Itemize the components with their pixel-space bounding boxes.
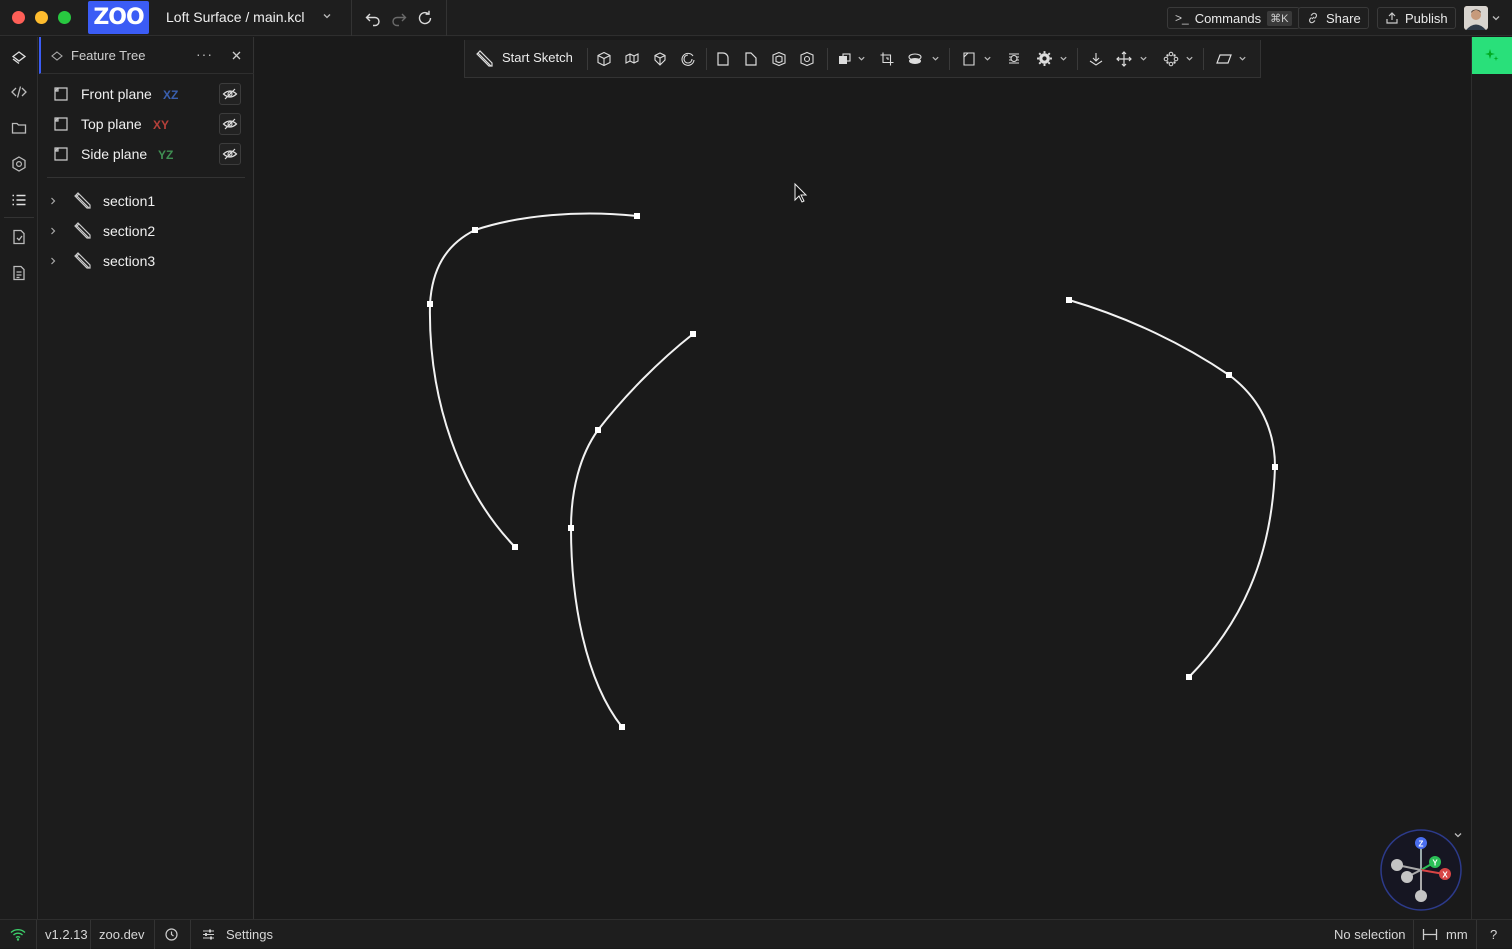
chevron-down-icon[interactable] — [857, 54, 866, 63]
ai-assistant-button[interactable] — [1472, 37, 1512, 74]
app-window: ZOO Loft Surface / main.kcl >_ Commands … — [0, 0, 1512, 949]
helix-icon[interactable] — [907, 51, 923, 67]
settings-button[interactable]: Settings — [226, 927, 273, 942]
sketch-curves — [427, 182, 1278, 730]
curve-point-handle[interactable] — [619, 724, 625, 730]
divider — [1077, 48, 1078, 70]
chamfer-icon[interactable] — [743, 51, 759, 67]
curve-point-handle[interactable] — [690, 331, 696, 337]
fillet-icon[interactable] — [715, 51, 731, 67]
status-bar: v1.2.13 zoo.dev Settings No selection mm… — [0, 919, 1512, 949]
curve-point-handle[interactable] — [1226, 372, 1232, 378]
boolean-icon[interactable] — [837, 51, 853, 67]
curve-point-handle[interactable] — [568, 525, 574, 531]
revolve-icon[interactable] — [680, 51, 696, 67]
gizmo-z-label: Z — [1419, 840, 1424, 849]
section2-curve[interactable] — [569, 333, 694, 728]
gizmo-x-label: X — [1442, 871, 1448, 880]
wifi-icon[interactable] — [10, 928, 26, 941]
curve-point-handle[interactable] — [427, 301, 433, 307]
section1-curve[interactable] — [428, 212, 638, 548]
sketch-pencil-icon[interactable] — [475, 49, 495, 69]
version-label[interactable]: v1.2.13 — [45, 927, 88, 942]
curve-point-handle[interactable] — [1066, 297, 1072, 303]
surface-icon[interactable] — [1216, 51, 1232, 67]
extrude-icon[interactable] — [596, 51, 612, 67]
insert-icon[interactable] — [1088, 51, 1104, 67]
zoo-dev-link[interactable]: zoo.dev — [99, 927, 145, 942]
plane-icon[interactable] — [961, 51, 977, 67]
selection-status: No selection — [1334, 927, 1406, 942]
divider — [827, 48, 828, 70]
sweep-icon[interactable] — [624, 51, 640, 67]
chevron-down-icon[interactable] — [1238, 54, 1247, 63]
chevron-down-icon[interactable] — [1185, 54, 1194, 63]
curve-point-handle[interactable] — [1272, 464, 1278, 470]
chevron-down-icon[interactable] — [983, 54, 992, 63]
sliders-icon[interactable] — [201, 927, 216, 942]
divider — [587, 48, 588, 70]
curve-point-handle[interactable] — [1186, 674, 1192, 680]
loft-icon[interactable] — [652, 51, 668, 67]
divider — [706, 48, 707, 70]
gizmo-y-label: Y — [1432, 859, 1438, 868]
divider — [90, 920, 91, 949]
start-sketch-button[interactable]: Start Sketch — [502, 50, 573, 65]
move-icon[interactable] — [1116, 51, 1132, 67]
sparkle-icon — [1485, 49, 1499, 61]
gear-icon[interactable] — [1036, 50, 1053, 67]
shell-icon[interactable] — [771, 51, 787, 67]
pattern-icon[interactable] — [1163, 51, 1179, 67]
divider — [36, 920, 37, 949]
chevron-down-icon[interactable] — [931, 54, 940, 63]
offset-plane-icon[interactable] — [879, 51, 895, 67]
history-icon[interactable] — [164, 927, 179, 942]
right-sidebar — [1471, 37, 1512, 919]
chevron-down-icon[interactable] — [1059, 54, 1068, 63]
chevron-down-icon[interactable] — [1139, 54, 1148, 63]
curve-point-handle[interactable] — [512, 544, 518, 550]
divider — [190, 920, 191, 949]
hole-icon[interactable] — [799, 51, 815, 67]
curve-point-handle[interactable] — [472, 227, 478, 233]
ruler-icon[interactable] — [1422, 928, 1438, 941]
chevron-down-icon[interactable] — [1453, 830, 1463, 840]
curve-point-handle[interactable] — [595, 427, 601, 433]
divider — [1203, 48, 1204, 70]
curve-point-handle[interactable] — [634, 213, 640, 219]
mouse-cursor-icon — [794, 182, 808, 203]
help-button[interactable]: ? — [1490, 927, 1497, 942]
text-to-cad-icon[interactable] — [1006, 51, 1022, 67]
orientation-gizmo[interactable]: Z Y X — [1378, 827, 1468, 915]
section3-curve[interactable] — [1068, 299, 1277, 678]
divider — [949, 48, 950, 70]
modeling-toolbar: Start Sketch — [464, 40, 1261, 78]
divider — [1413, 920, 1414, 949]
units-selector[interactable]: mm — [1446, 927, 1468, 942]
divider — [1476, 920, 1477, 949]
divider — [154, 920, 155, 949]
